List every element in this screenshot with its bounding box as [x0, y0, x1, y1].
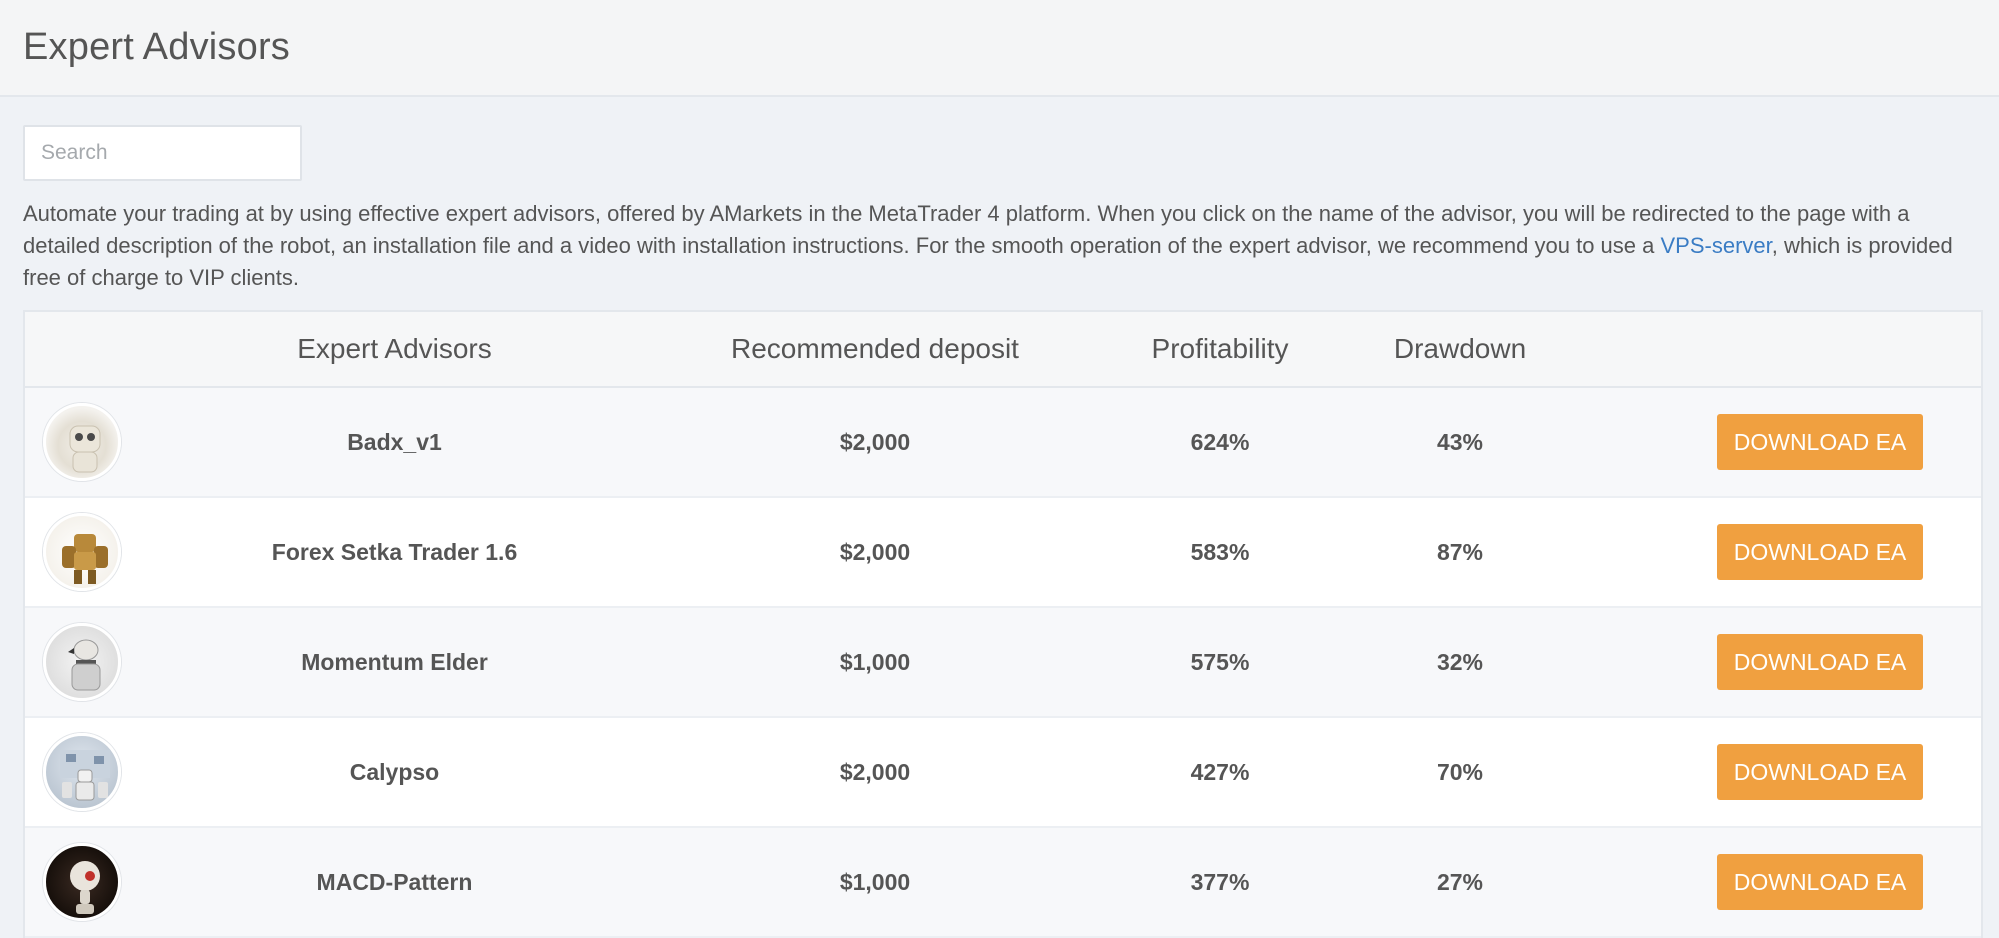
column-header-name: Expert Advisors — [297, 333, 492, 364]
download-ea-button[interactable]: DOWNLOAD EA — [1717, 744, 1923, 800]
recommended-deposit: $2,000 — [839, 758, 911, 785]
table-row: Calypso $2,000 427% 70% DOWNLOAD EA — [25, 718, 1981, 828]
recommended-deposit: $1,000 — [839, 648, 911, 675]
profitability-value: 575% — [1190, 648, 1250, 675]
search-input[interactable] — [23, 125, 302, 181]
golden-mech-robot-icon — [43, 513, 121, 591]
page-title: Expert Advisors — [23, 26, 290, 68]
drawdown-value: 27% — [1436, 868, 1484, 895]
recommended-deposit: $2,000 — [839, 428, 911, 455]
drawdown-value: 32% — [1436, 648, 1484, 675]
table-header: Expert Advisors Recommended deposit Prof… — [25, 312, 1981, 388]
download-ea-button[interactable]: DOWNLOAD EA — [1717, 414, 1923, 470]
profitability-value: 377% — [1190, 868, 1250, 895]
main-content: Automate your trading at by using effect… — [0, 97, 1999, 938]
column-header-profitability: Profitability — [1151, 333, 1289, 364]
page-header: Expert Advisors — [0, 0, 1999, 97]
white-robot-icon — [43, 403, 121, 481]
recommended-deposit: $2,000 — [839, 538, 911, 565]
drawdown-value: 87% — [1436, 538, 1484, 565]
red-eye-robot-icon — [43, 843, 121, 921]
download-ea-button[interactable]: DOWNLOAD EA — [1717, 634, 1923, 690]
table-row: Forex Setka Trader 1.6 $2,000 583% 87% D… — [25, 498, 1981, 608]
column-header-deposit: Recommended deposit — [731, 333, 1019, 364]
vps-server-link[interactable]: VPS-server — [1661, 233, 1772, 258]
profitability-value: 624% — [1190, 428, 1250, 455]
table-row: MACD-Pattern $1,000 377% 27% DOWNLOAD EA — [25, 828, 1981, 938]
robots-group-icon — [43, 733, 121, 811]
profitability-value: 427% — [1190, 758, 1250, 785]
download-ea-button[interactable]: DOWNLOAD EA — [1717, 524, 1923, 580]
profitability-value: 583% — [1190, 538, 1250, 565]
intro-text: Automate your trading at by using effect… — [23, 198, 1973, 294]
advisors-table: Expert Advisors Recommended deposit Prof… — [23, 310, 1983, 938]
intro-text-start: Automate your trading at by using effect… — [23, 201, 1910, 258]
table-row: Badx_v1 $2,000 624% 43% DOWNLOAD EA — [25, 388, 1981, 498]
download-ea-button[interactable]: DOWNLOAD EA — [1717, 854, 1923, 910]
drawdown-value: 43% — [1436, 428, 1484, 455]
recommended-deposit: $1,000 — [839, 868, 911, 895]
table-row: Momentum Elder $1,000 575% 32% DOWNLOAD … — [25, 608, 1981, 718]
grey-robot-icon — [43, 623, 121, 701]
drawdown-value: 70% — [1436, 758, 1484, 785]
column-header-drawdown: Drawdown — [1393, 333, 1527, 364]
